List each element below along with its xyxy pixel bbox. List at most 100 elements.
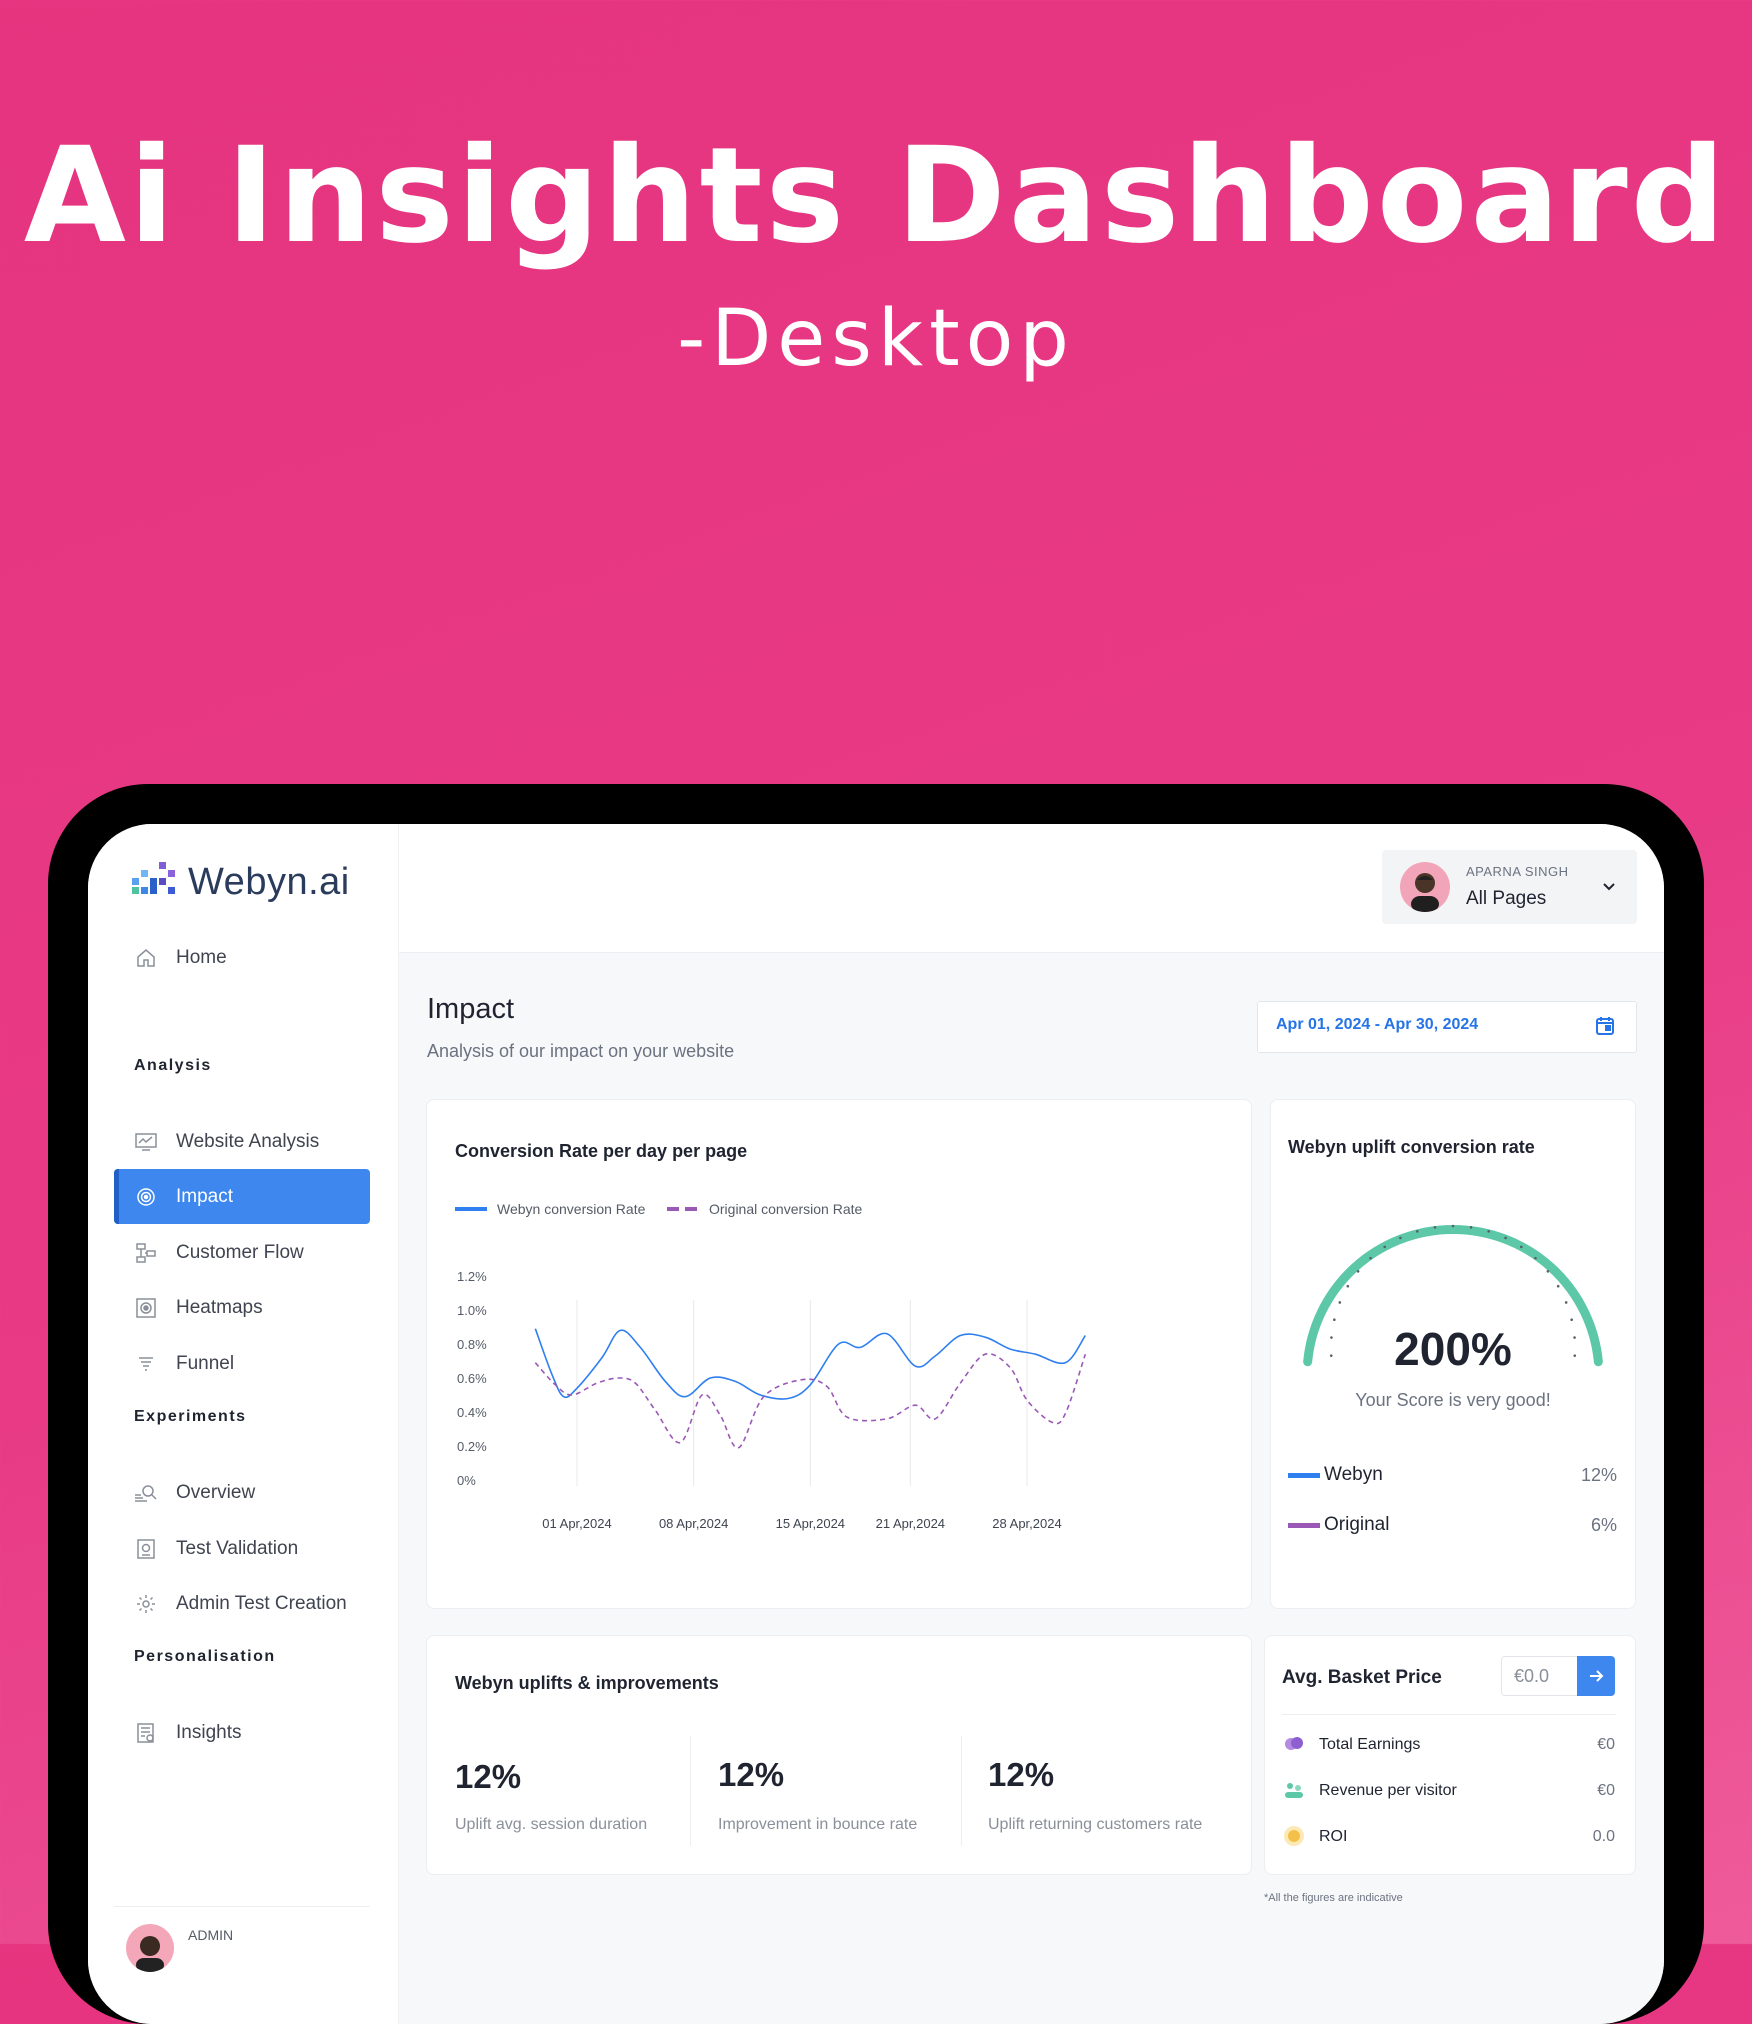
sidebar-item-label: Home bbox=[176, 946, 227, 968]
uplift-gauge-card: Webyn uplift conversion rate 200% Your S… bbox=[1270, 1099, 1636, 1609]
brand-name: Webyn.ai bbox=[188, 860, 350, 903]
user-name: APARNA SINGH bbox=[1466, 864, 1569, 879]
legend-label: Webyn bbox=[1324, 1464, 1383, 1485]
hero-subtitle: -Desktop bbox=[677, 294, 1075, 384]
page-selector-value: All Pages bbox=[1466, 888, 1547, 909]
gauge-tick bbox=[1433, 1226, 1437, 1229]
coins-icon bbox=[1282, 1732, 1306, 1761]
gauge-tick bbox=[1346, 1284, 1350, 1288]
sidebar-item-label: Customer Flow bbox=[176, 1241, 304, 1263]
stat-session-value: 12% bbox=[455, 1758, 522, 1795]
sidebar-item-overview[interactable]: Overview bbox=[114, 1465, 370, 1520]
card-title: Webyn uplift conversion rate bbox=[1288, 1137, 1535, 1157]
sidebar-item-label: Funnel bbox=[176, 1352, 235, 1374]
user-avatar bbox=[1400, 862, 1450, 912]
basket-row-value: 0.0 bbox=[1592, 1828, 1615, 1845]
sidebar-item-customer-flow[interactable]: Customer Flow bbox=[114, 1225, 370, 1280]
legend-webyn[interactable]: Webyn conversion Rate bbox=[455, 1201, 645, 1217]
gauge-tick bbox=[1487, 1230, 1491, 1233]
figures-footnote: *All the figures are indicative bbox=[1264, 1892, 1403, 1904]
arrow-right-icon bbox=[1590, 1670, 1604, 1682]
user-page-selector[interactable]: APARNA SINGH All Pages bbox=[1382, 850, 1637, 924]
gauge-original-value: 6% bbox=[1591, 1515, 1618, 1535]
gauge-value: 200% bbox=[1394, 1323, 1512, 1375]
gauge-tick bbox=[1504, 1236, 1507, 1240]
sidebar-item-website-analysis[interactable]: Website Analysis bbox=[114, 1114, 370, 1169]
home-icon bbox=[134, 946, 158, 970]
basket-row-value: €0 bbox=[1597, 1782, 1615, 1799]
sidebar-item-label: Website Analysis bbox=[176, 1130, 320, 1152]
gauge-legend-webyn: Webyn bbox=[1288, 1464, 1383, 1486]
gauge-tick bbox=[1451, 1224, 1455, 1228]
basket-submit-button[interactable] bbox=[1577, 1656, 1615, 1696]
gauge-tick bbox=[1564, 1301, 1568, 1304]
basket-divider bbox=[1282, 1714, 1616, 1715]
x-tick-label: 15 Apr,2024 bbox=[776, 1516, 845, 1531]
legend-label: Webyn conversion Rate bbox=[497, 1201, 646, 1217]
basket-row-label: Revenue per visitor bbox=[1319, 1782, 1457, 1799]
uplifts-card: Webyn uplifts & improvements 12% Uplift … bbox=[426, 1635, 1252, 1875]
gauge-tick bbox=[1519, 1245, 1523, 1249]
date-range-picker[interactable]: Apr 01, 2024 - Apr 30, 2024 bbox=[1257, 1001, 1637, 1053]
sidebar-item-test-validation[interactable]: Test Validation bbox=[114, 1521, 370, 1576]
admin-avatar[interactable] bbox=[126, 1924, 174, 1972]
gauge-tick bbox=[1369, 1256, 1372, 1260]
funnel-icon bbox=[134, 1352, 158, 1376]
chevron-down-icon bbox=[1603, 883, 1615, 891]
y-tick-label: 0.6% bbox=[457, 1371, 487, 1386]
y-tick-label: 0.4% bbox=[457, 1405, 487, 1420]
sidebar-divider bbox=[114, 1906, 370, 1907]
visitors-icon bbox=[1282, 1778, 1306, 1807]
gauge-tick bbox=[1534, 1256, 1537, 1260]
x-tick-label: 01 Apr,2024 bbox=[542, 1516, 611, 1531]
sidebar-item-impact[interactable]: Impact bbox=[114, 1169, 370, 1224]
x-tick-label: 21 Apr,2024 bbox=[876, 1516, 945, 1531]
sidebar-item-insights[interactable]: Insights bbox=[114, 1705, 370, 1760]
sidebar-item-label: Insights bbox=[176, 1721, 242, 1743]
stat-returning-value: 12% bbox=[988, 1756, 1055, 1793]
gauge-tick bbox=[1556, 1284, 1560, 1288]
section-personalisation: Personalisation bbox=[134, 1648, 276, 1665]
sidebar-item-admin-test-creation[interactable]: Admin Test Creation bbox=[114, 1576, 370, 1631]
target-icon bbox=[134, 1185, 158, 1209]
gauge-tick bbox=[1338, 1301, 1342, 1304]
card-title: Webyn uplifts & improvements bbox=[455, 1673, 719, 1693]
legend-original[interactable]: Original conversion Rate bbox=[667, 1201, 862, 1217]
gauge-tick bbox=[1469, 1226, 1473, 1229]
gauge-tick bbox=[1570, 1318, 1573, 1321]
sidebar-item-funnel[interactable]: Funnel bbox=[114, 1336, 370, 1391]
app-screen: Webyn.ai Home Analysis Website Analysis … bbox=[88, 824, 1664, 2024]
sidebar: Webyn.ai Home Analysis Website Analysis … bbox=[88, 824, 399, 2024]
y-tick-label: 0% bbox=[457, 1473, 476, 1488]
basket-row-label: ROI bbox=[1319, 1828, 1348, 1845]
basket-price-value: €0.0 bbox=[1514, 1666, 1550, 1686]
stat-bounce-label: Improvement in bounce rate bbox=[718, 1816, 918, 1833]
date-range-value: Apr 01, 2024 - Apr 30, 2024 bbox=[1276, 1016, 1479, 1033]
y-tick-label: 1.2% bbox=[457, 1269, 487, 1284]
admin-label: ADMIN bbox=[188, 1927, 234, 1943]
brand-logo[interactable]: Webyn.ai bbox=[132, 860, 350, 904]
monitor-chart-icon bbox=[134, 1130, 158, 1154]
sidebar-item-label: Impact bbox=[176, 1185, 234, 1207]
gauge-caption: Your Score is very good! bbox=[1355, 1390, 1551, 1410]
sidebar-item-label: Overview bbox=[176, 1481, 256, 1503]
basket-price-input[interactable]: €0.0 bbox=[1501, 1656, 1579, 1696]
y-tick-label: 0.8% bbox=[457, 1337, 487, 1352]
sidebar-item-label: Admin Test Creation bbox=[176, 1592, 347, 1614]
card-title: Conversion Rate per day per page bbox=[455, 1141, 748, 1161]
x-tick-label: 08 Apr,2024 bbox=[659, 1516, 728, 1531]
stat-divider bbox=[961, 1736, 962, 1846]
legend-swatch bbox=[455, 1207, 487, 1211]
y-tick-label: 1.0% bbox=[457, 1303, 487, 1318]
sidebar-item-heatmaps[interactable]: Heatmaps bbox=[114, 1280, 370, 1335]
conversion-line-chart: 1.2% 1.0% 0.8% 0.6% 0.4% 0.2% 0% 01 Apr,2024 08 … bbox=[457, 1269, 1087, 1531]
sidebar-item-home[interactable]: Home bbox=[114, 930, 370, 985]
gauge-tick bbox=[1399, 1236, 1402, 1240]
gauge-tick bbox=[1333, 1318, 1336, 1321]
gauge-webyn-value: 12% bbox=[1581, 1465, 1618, 1485]
basket-row-label: Total Earnings bbox=[1319, 1736, 1421, 1753]
legend-swatch bbox=[667, 1207, 699, 1211]
card-title: Avg. Basket Price bbox=[1282, 1667, 1442, 1688]
legend-label: Original bbox=[1324, 1514, 1390, 1535]
hero-title: Ai Insights Dashboard bbox=[23, 119, 1729, 273]
